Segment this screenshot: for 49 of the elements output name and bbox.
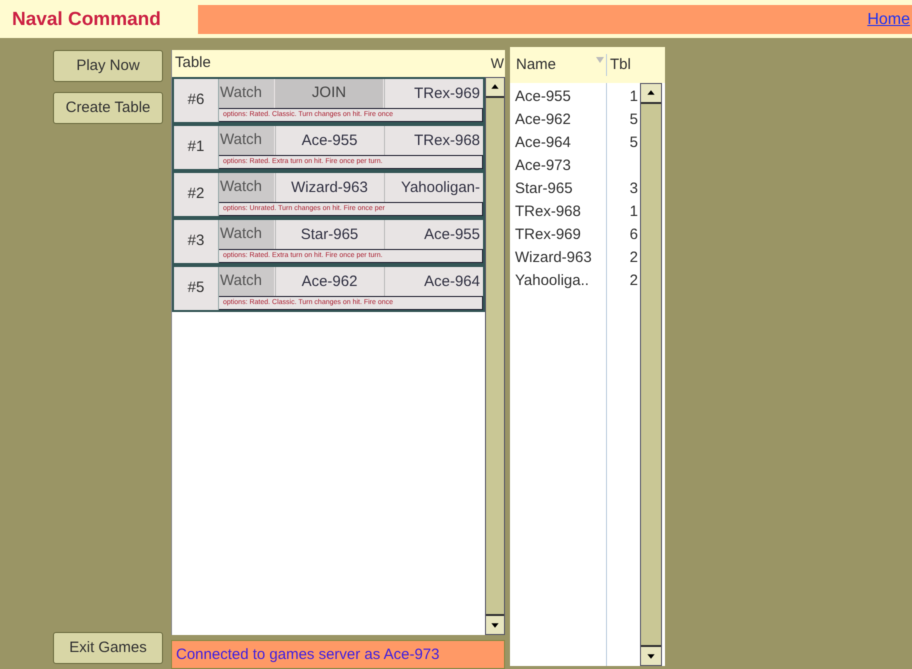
status-bar: Connected to games server as Ace-973 bbox=[171, 640, 505, 669]
menu-button[interactable]: Create Table bbox=[53, 92, 163, 124]
player-name: Yahooligan- bbox=[384, 173, 483, 202]
join-button[interactable]: JOIN bbox=[275, 79, 383, 108]
player-name[interactable]: Ace-964 bbox=[515, 131, 606, 154]
player-name: TRex-969 bbox=[384, 79, 483, 108]
player-name[interactable]: Ace-973 bbox=[515, 154, 606, 177]
table-number: 5 bbox=[630, 133, 638, 153]
scrollbar[interactable] bbox=[640, 83, 662, 666]
player-name[interactable]: TRex-968 bbox=[515, 200, 606, 223]
player-name: Wizard-963 bbox=[275, 173, 383, 202]
player-name[interactable]: Yahooliga.. bbox=[515, 269, 606, 292]
player-name[interactable]: TRex-969 bbox=[515, 223, 606, 246]
player-name: Ace-955 bbox=[384, 220, 483, 249]
column-header[interactable]: Name bbox=[516, 54, 556, 76]
scroll-up-icon[interactable] bbox=[486, 78, 504, 98]
player-name: Ace-964 bbox=[384, 267, 483, 296]
column-header: W bbox=[490, 54, 504, 73]
column-header[interactable]: Tbl bbox=[607, 54, 631, 76]
column-header: Table bbox=[175, 53, 211, 74]
player-name[interactable]: Ace-962 bbox=[515, 108, 606, 131]
table-number: 1 bbox=[630, 202, 638, 222]
player-name[interactable]: Ace-955 bbox=[515, 85, 606, 108]
menu-button[interactable]: Play Now bbox=[53, 50, 163, 82]
player-name[interactable]: Wizard-963 bbox=[515, 246, 606, 269]
table-number: 3 bbox=[630, 179, 638, 199]
player-name: Star-965 bbox=[275, 220, 383, 249]
table-number: 5 bbox=[630, 110, 638, 130]
exit-games-button[interactable]: Exit Games bbox=[53, 632, 163, 664]
table-number: 6 bbox=[630, 225, 638, 245]
home-link[interactable]: Home bbox=[867, 5, 910, 34]
player-name: TRex-968 bbox=[384, 126, 483, 155]
player-name[interactable]: Star-965 bbox=[515, 177, 606, 200]
table-number: 2 bbox=[630, 271, 638, 291]
watch-button[interactable]: Watch bbox=[219, 220, 274, 249]
scrollbar[interactable] bbox=[485, 77, 505, 635]
watch-button[interactable]: Watch bbox=[219, 267, 274, 296]
table-number: 1 bbox=[630, 87, 638, 107]
scroll-down-icon[interactable] bbox=[486, 614, 504, 634]
sort-icon bbox=[596, 56, 604, 63]
watch-button[interactable]: Watch bbox=[219, 79, 274, 108]
watch-button[interactable]: Watch bbox=[219, 173, 274, 202]
app-title: Naval Command bbox=[11, 8, 162, 32]
table-number: 2 bbox=[630, 248, 638, 268]
player-name: Ace-955 bbox=[275, 126, 383, 155]
scroll-down-icon[interactable] bbox=[641, 645, 661, 665]
scroll-up-icon[interactable] bbox=[641, 84, 661, 104]
watch-button[interactable]: Watch bbox=[219, 126, 274, 155]
player-name: Ace-962 bbox=[275, 267, 383, 296]
